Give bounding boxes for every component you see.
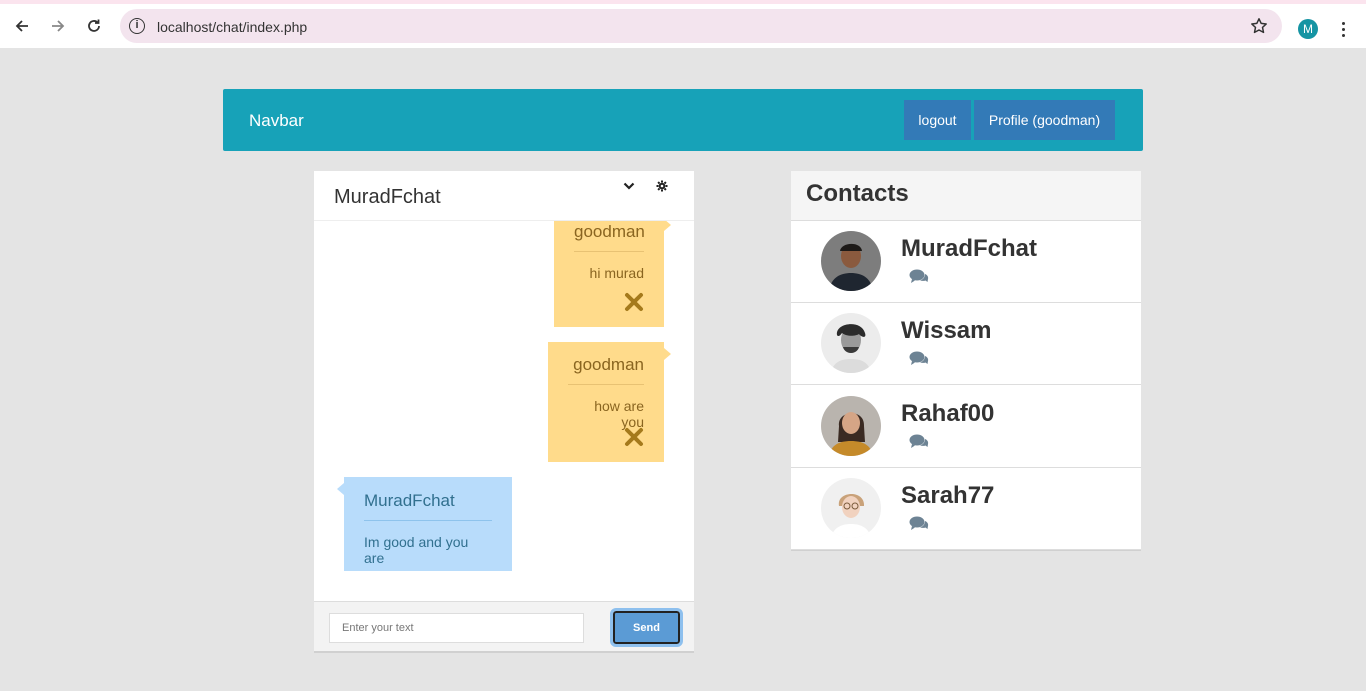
message-sender: MuradFchat [364,491,455,510]
contact-item[interactable]: Rahaf00 [791,386,1141,468]
message-sender: goodman [574,222,645,241]
message-list: goodman hi murad goodman how are you Mur… [314,221,694,601]
contact-item[interactable]: MuradFchat [791,221,1141,303]
profile-avatar[interactable]: M [1298,19,1318,39]
comments-icon[interactable] [909,434,931,452]
url-text: localhost/chat/index.php [157,19,308,35]
forward-arrow-icon[interactable] [44,12,72,40]
navbar-brand[interactable]: Navbar [249,111,304,131]
contact-name: Rahaf00 [901,400,995,427]
logout-button[interactable]: logout [904,100,971,140]
reload-icon[interactable] [80,12,108,40]
contact-avatar [821,231,881,291]
chat-header: MuradFchat [314,171,694,221]
message-sender: goodman [573,355,644,374]
message-bubble: goodman hi murad [554,221,671,327]
more-menu-icon[interactable] [1334,16,1352,42]
back-arrow-icon[interactable] [8,12,36,40]
contact-avatar [821,396,881,456]
contact-name: Wissam [901,317,992,344]
message-text: how are you [594,398,644,430]
message-text: hi murad [589,265,644,281]
message-input[interactable] [329,613,584,643]
contact-avatar [821,313,881,373]
site-info-icon[interactable]: i [129,18,145,34]
message-bubble: goodman how are you [548,342,671,462]
bookmark-star-icon[interactable] [1250,17,1268,40]
contacts-panel: Contacts MuradFchat Wissam Rahaf00 Sarah… [791,171,1141,551]
chat-footer: Send [314,601,694,651]
contact-item[interactable]: Sarah77 [791,468,1141,550]
contacts-header: Contacts [791,171,1141,221]
gear-icon[interactable] [653,177,671,195]
browser-toolbar: i localhost/chat/index.php M [0,0,1366,48]
message-text: Im good and you are [364,534,469,566]
delete-message-icon[interactable] [624,292,644,312]
message-bubble: MuradFchat Im good and you are [337,477,512,571]
contacts-title: Contacts [806,180,909,207]
chat-panel: MuradFchat goodman hi murad goodman how … [314,171,694,653]
comments-icon[interactable] [909,516,931,534]
address-bar[interactable]: i localhost/chat/index.php [120,9,1282,43]
comments-icon[interactable] [909,269,931,287]
contact-item[interactable]: Wissam [791,303,1141,385]
delete-message-icon[interactable] [624,427,644,447]
send-button[interactable]: Send [610,608,683,647]
chat-title: MuradFchat [334,186,441,208]
contact-name: MuradFchat [901,235,1038,262]
contact-avatar [821,478,881,538]
navbar: Navbar logout Profile (goodman) [223,89,1143,151]
profile-button[interactable]: Profile (goodman) [974,100,1115,140]
contact-name: Sarah77 [901,482,995,509]
chevron-down-icon[interactable] [620,177,638,195]
comments-icon[interactable] [909,351,931,369]
